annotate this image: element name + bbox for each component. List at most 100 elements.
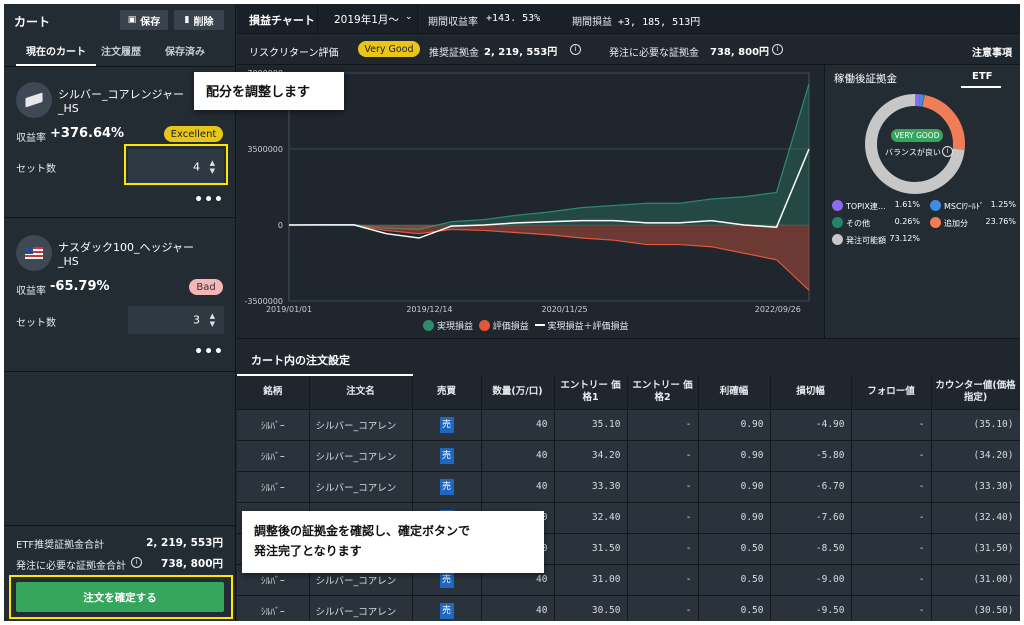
legend-marker-icon (930, 217, 941, 228)
risk-badge: Very Good (358, 41, 420, 57)
info-icon[interactable]: i (772, 44, 783, 55)
notice-link[interactable]: 注意事項 (972, 44, 1012, 59)
risk-label: リスクリターン評価 (249, 48, 339, 59)
table-row[interactable]: ｼﾙﾊﾞｰ シルバー_コアレン売 40 35.10-0.90 -4.90- (35.10) (237, 408, 1020, 440)
x-tick-label: 2019/12/14 (406, 305, 452, 314)
cell-counter: (32.40) (931, 501, 1020, 533)
stepper-arrows-icon[interactable]: ▲ ▼ (210, 312, 215, 328)
return-value: +143. 53% (486, 13, 541, 24)
more-options-icon[interactable]: ••• (194, 192, 224, 208)
legend-marker-icon (832, 217, 843, 228)
cell-follow: - (851, 563, 932, 595)
order-table: 銘柄 注文名 売買 数量(万/口) エントリー 価格1 エントリー 価格2 利確幅 損切幅 フォ… (237, 376, 1020, 621)
rate-value: +376.64% (50, 126, 125, 141)
cell-sl: -7.60 (770, 501, 852, 533)
highlight-sets-stepper (124, 144, 228, 185)
cell-counter: (30.50) (931, 594, 1020, 621)
cell-qty: 40 (481, 439, 555, 471)
strategy-name-suffix: _HS (58, 102, 79, 115)
column-header: 利確幅 (698, 376, 771, 409)
cell-follow: - (851, 501, 932, 533)
rec-value: 2, 219, 553円 (484, 47, 558, 58)
strategy-name: シルバー_コアレンジャー (58, 88, 184, 101)
cell-side: 売 (412, 439, 482, 471)
cell-follow: - (851, 532, 932, 564)
table-row[interactable]: ｼﾙﾊﾞｰ シルバー_コアレン売 40 34.20-0.90 -5.80- (34.20) (237, 439, 1020, 471)
cell-sl: -5.80 (770, 439, 852, 471)
cell-tp: 0.50 (698, 594, 771, 621)
balance-badge: VERY GOOD (891, 129, 943, 142)
column-header: カウンター値(価格指定) (931, 376, 1020, 409)
info-icon[interactable]: i (570, 44, 581, 55)
chart-legend: 実現損益 評価損益 実現損益＋評価損益 (423, 319, 629, 332)
callout-text: 配分を調整します (206, 85, 311, 100)
cell-ticker: ｼﾙﾊﾞｰ (237, 439, 310, 471)
chevron-down-icon[interactable]: ⌄ (405, 12, 413, 22)
legend-item: MSCIﾜｰﾙﾄﾞ 1.25% (930, 200, 1016, 217)
legend-value: 23.76% (985, 217, 1016, 226)
tab-saved[interactable]: 保存済み (165, 43, 205, 58)
legend-value: 73.12% (889, 234, 920, 243)
rate-value: -65.79% (50, 279, 110, 294)
silver-bar-icon (16, 82, 52, 118)
cell-ticker: ｼﾙﾊﾞｰ (237, 594, 310, 621)
sets-value: 3 (193, 313, 200, 327)
period-select[interactable]: 2019年1月～ (334, 12, 399, 27)
legend-label: その他 (846, 219, 870, 228)
rate-label: 収益率 (16, 133, 46, 144)
grade-badge: Excellent (164, 126, 223, 142)
y-tick-label: 0 (278, 221, 283, 230)
legend-label: 評価損益 (492, 322, 529, 332)
table-row[interactable]: ｼﾙﾊﾞｰ シルバー_コアレン売 40 30.50-0.50 -9.50- (30.50) (237, 594, 1020, 621)
legend-line-icon (534, 324, 545, 326)
cell-tp: 0.90 (698, 408, 771, 440)
tab-etf[interactable]: ETF (972, 71, 992, 82)
cell-ticker: ｼﾙﾊﾞｰ (237, 408, 310, 440)
tab-pnl-chart[interactable]: 損益チャート (249, 12, 315, 28)
allocation-panel: 稼働後証拠金 ETF VERY GOOD バランスが良い i TOPIX連… 1.… (824, 64, 1020, 338)
delete-button[interactable]: ▮ 削除 (174, 10, 224, 30)
cell-name: シルバー_コアレン (309, 408, 413, 440)
info-icon[interactable]: i (131, 557, 142, 568)
strategy-card-nasdaq: ナスダック100_ヘッジャー _HS 収益率 -65.79% Bad セット数 … (4, 218, 236, 372)
cell-tp: 0.90 (698, 501, 771, 533)
need-total-value: 738, 800円 (161, 558, 223, 570)
cell-p1: 31.50 (554, 532, 628, 564)
cell-p2: - (627, 408, 699, 440)
legend-value: 1.25% (990, 200, 1016, 209)
legend-label: 発注可能額 (846, 236, 886, 245)
more-options-icon[interactable]: ••• (194, 344, 224, 360)
divider (4, 525, 236, 526)
info-icon[interactable]: i (942, 146, 953, 157)
legend-value: 0.26% (894, 217, 920, 226)
trash-icon: ▮ (184, 15, 190, 25)
cell-name: シルバー_コアレン (309, 439, 413, 471)
x-tick-label: 2019/01/01 (266, 305, 312, 314)
cell-tp: 0.50 (698, 563, 771, 595)
cell-sl: -9.50 (770, 594, 852, 621)
etf-total-value: 2, 219, 553円 (146, 537, 223, 549)
strategy-name-suffix: _HS (58, 255, 79, 268)
cell-p1: 33.30 (554, 470, 628, 502)
tab-current-cart[interactable]: 現在のカート (26, 43, 86, 58)
table-header-row: 銘柄 注文名 売買 数量(万/口) エントリー 価格1 エントリー 価格2 利確幅 損切幅 フォ… (237, 376, 1020, 409)
strategy-name: ナスダック100_ヘッジャー (58, 241, 194, 254)
sets-stepper[interactable]: 3 ▲ ▼ (128, 306, 224, 334)
table-row[interactable]: ｼﾙﾊﾞｰ シルバー_コアレン売 40 33.30-0.90 -6.70- (33.30) (237, 470, 1020, 502)
cell-follow: - (851, 594, 932, 621)
pnl-value: +3, 185, 513円 (618, 17, 701, 28)
need-value: 738, 800円 (710, 47, 770, 58)
cell-follow: - (851, 439, 932, 471)
cell-p2: - (627, 470, 699, 502)
legend-label: 実現損益 (437, 322, 474, 332)
cell-counter: (34.20) (931, 439, 1020, 471)
cell-p1: 30.50 (554, 594, 628, 621)
tab-order-history[interactable]: 注文履歴 (101, 43, 141, 58)
sets-label: セット数 (16, 164, 56, 175)
app-window: カート ▣ 保存 ▮ 削除 現在のカート 注文履歴 保存済み シルバー_コアレンジャ… (4, 4, 1020, 621)
save-button[interactable]: ▣ 保存 (120, 10, 168, 30)
column-header: 注文名 (309, 376, 413, 409)
legend-label: 追加分 (944, 219, 968, 228)
cell-side: 売 (412, 470, 482, 502)
sell-badge: 売 (439, 416, 454, 433)
